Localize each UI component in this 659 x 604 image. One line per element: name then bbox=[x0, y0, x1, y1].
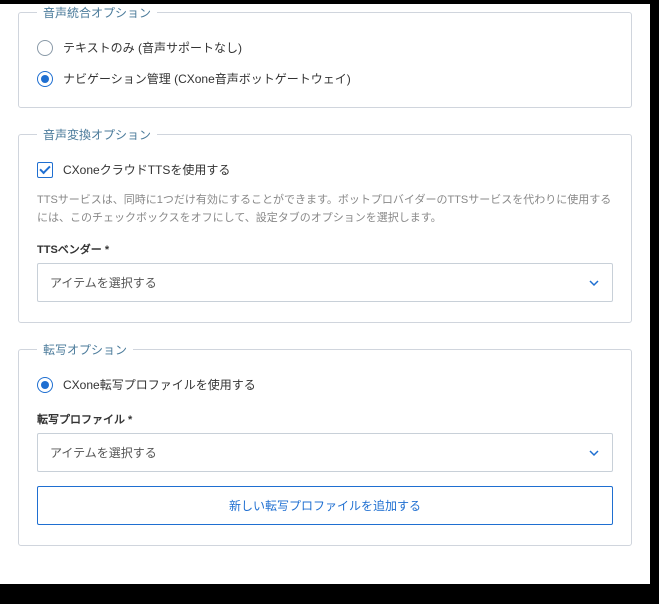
chevron-down-icon bbox=[588, 277, 600, 289]
tts-vendor-select[interactable]: アイテムを選択する bbox=[37, 263, 613, 302]
voice-integration-option-text-only[interactable]: テキストのみ (音声サポートなし) bbox=[37, 39, 613, 56]
settings-panel: 音声統合オプション テキストのみ (音声サポートなし) ナビゲーション管理 (C… bbox=[0, 4, 650, 584]
add-transcription-profile-button[interactable]: 新しい転写プロファイルを追加する bbox=[37, 486, 613, 525]
checkbox-label: CXoneクラウドTTSを使用する bbox=[63, 161, 230, 178]
tts-help-text: TTSサービスは、同時に1つだけ有効にすることができます。ボットプロバイダーのT… bbox=[37, 192, 613, 227]
select-placeholder: アイテムを選択する bbox=[50, 274, 157, 291]
voice-integration-legend: 音声統合オプション bbox=[37, 4, 157, 21]
option-label: CXone転写プロファイルを使用する bbox=[63, 376, 256, 393]
chevron-down-icon bbox=[588, 447, 600, 459]
use-cxone-transcription-profile-radio[interactable]: CXone転写プロファイルを使用する bbox=[37, 376, 613, 393]
radio-icon bbox=[37, 40, 53, 56]
select-placeholder: アイテムを選択する bbox=[50, 444, 157, 461]
radio-icon bbox=[37, 377, 53, 393]
voice-integration-fieldset: 音声統合オプション テキストのみ (音声サポートなし) ナビゲーション管理 (C… bbox=[18, 4, 632, 108]
option-label: テキストのみ (音声サポートなし) bbox=[63, 39, 242, 56]
checkbox-icon bbox=[37, 162, 53, 178]
transcription-fieldset: 転写オプション CXone転写プロファイルを使用する 転写プロファイル * アイ… bbox=[18, 341, 632, 546]
transcription-profile-select[interactable]: アイテムを選択する bbox=[37, 433, 613, 472]
use-cxone-cloud-tts-checkbox[interactable]: CXoneクラウドTTSを使用する bbox=[37, 161, 613, 178]
transcription-profile-label: 転写プロファイル * bbox=[37, 411, 613, 427]
tts-vendor-label: TTSベンダー * bbox=[37, 241, 613, 257]
voice-conversion-fieldset: 音声変換オプション CXoneクラウドTTSを使用する TTSサービスは、同時に… bbox=[18, 126, 632, 323]
voice-conversion-legend: 音声変換オプション bbox=[37, 126, 157, 143]
option-label: ナビゲーション管理 (CXone音声ボットゲートウェイ) bbox=[63, 70, 351, 87]
voice-integration-option-navigation[interactable]: ナビゲーション管理 (CXone音声ボットゲートウェイ) bbox=[37, 70, 613, 87]
transcription-legend: 転写オプション bbox=[37, 341, 133, 358]
radio-icon bbox=[37, 71, 53, 87]
